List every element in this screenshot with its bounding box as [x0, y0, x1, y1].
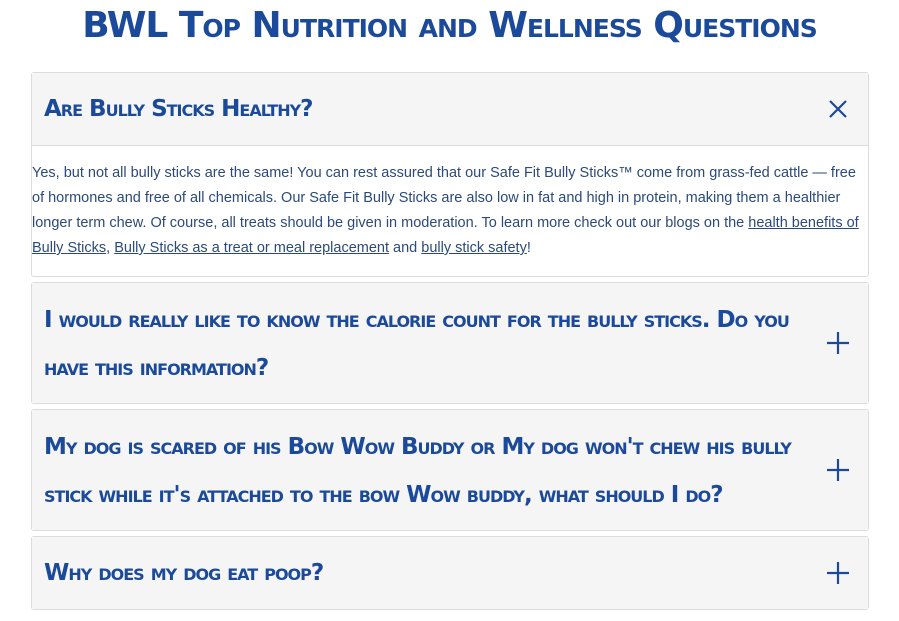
- faq-question: I would really like to know the calorie …: [44, 307, 790, 381]
- faq-question: Are Bully Sticks Healthy?: [44, 96, 314, 122]
- faq-header[interactable]: Why does my dog eat poop?: [32, 537, 868, 609]
- answer-separator: ,: [106, 240, 115, 256]
- plus-icon[interactable]: [826, 331, 850, 355]
- faq-answer: Yes, but not all bully sticks are the sa…: [32, 146, 868, 261]
- faq-item-bully-sticks-healthy: Are Bully Sticks Healthy? Yes, but not a…: [31, 72, 869, 277]
- answer-separator: and: [389, 240, 422, 256]
- faq-item-bow-wow-buddy: My dog is scared of his Bow Wow Buddy or…: [31, 409, 869, 531]
- faq-question: My dog is scared of his Bow Wow Buddy or…: [44, 434, 792, 508]
- close-icon[interactable]: [826, 97, 850, 121]
- plus-icon[interactable]: [826, 561, 850, 585]
- faq-item-calorie-count: I would really like to know the calorie …: [31, 282, 869, 404]
- page-title: BWL Top Nutrition and Wellness Questions: [82, 5, 818, 46]
- faq-header[interactable]: My dog is scared of his Bow Wow Buddy or…: [32, 410, 868, 530]
- link-treat-or-meal-replacement[interactable]: Bully Sticks as a treat or meal replacem…: [114, 240, 389, 256]
- faq-header[interactable]: I would really like to know the calorie …: [32, 283, 868, 403]
- faq-item-eat-poop: Why does my dog eat poop?: [31, 536, 869, 610]
- plus-icon[interactable]: [826, 458, 850, 482]
- faq-question: Why does my dog eat poop?: [44, 560, 324, 586]
- faq-header[interactable]: Are Bully Sticks Healthy?: [32, 73, 868, 146]
- faq-answer-text: Yes, but not all bully sticks are the sa…: [32, 165, 856, 231]
- link-bully-stick-safety[interactable]: bully stick safety: [421, 240, 527, 256]
- answer-end: !: [526, 240, 531, 256]
